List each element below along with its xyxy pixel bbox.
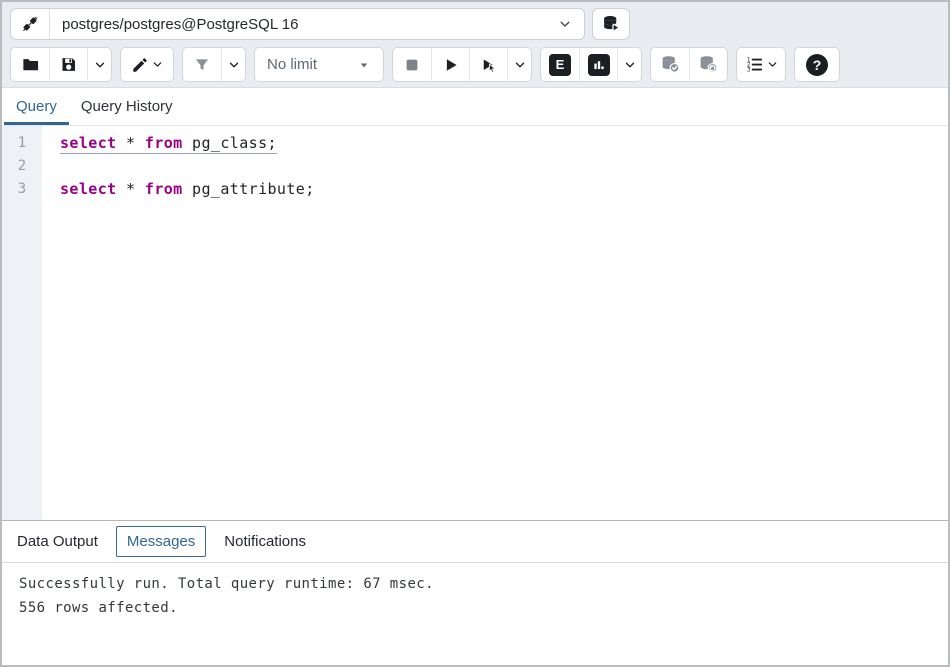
filter-options-dropdown-button[interactable] (221, 48, 245, 81)
tab-data-output-label: Data Output (17, 533, 98, 550)
open-file-button[interactable] (11, 48, 49, 81)
chevron-down-icon (152, 59, 163, 70)
code-line[interactable] (60, 155, 948, 178)
folder-icon (21, 55, 40, 74)
tab-notifications-label: Notifications (224, 533, 306, 550)
stop-button[interactable] (393, 48, 431, 81)
svg-text:3: 3 (746, 68, 750, 74)
editor-gutter: 123 (2, 126, 42, 520)
row-limit-select[interactable]: No limit (254, 47, 384, 82)
chevron-down-icon (94, 59, 106, 71)
tab-messages-label: Messages (127, 533, 195, 550)
execute-button[interactable] (431, 48, 469, 81)
connection-bar: postgres/postgres@PostgreSQL 16 (2, 2, 948, 40)
line-number: 1 (2, 132, 42, 155)
query-tool-window: postgres/postgres@PostgreSQL 16 (0, 0, 950, 667)
tab-notifications[interactable]: Notifications (213, 526, 317, 557)
filter-button[interactable] (183, 48, 221, 81)
commit-button[interactable] (651, 48, 689, 81)
macro-button-group: 1 2 3 (736, 47, 786, 82)
execute-to-cursor-button[interactable] (469, 48, 507, 81)
sql-text: pg_class; (183, 134, 277, 152)
line-number: 3 (2, 178, 42, 201)
sql-text: * (117, 180, 145, 198)
line-number: 2 (2, 155, 42, 178)
messages-panel: Successfully run. Total query runtime: 6… (2, 562, 948, 665)
message-line: Successfully run. Total query runtime: 6… (19, 572, 948, 596)
message-line: 556 rows affected. (19, 596, 948, 620)
stop-icon (403, 56, 421, 74)
filter-button-group (182, 47, 246, 82)
explain-analyze-button[interactable] (579, 48, 617, 81)
row-limit-value: No limit (267, 56, 317, 73)
sql-keyword: select (60, 134, 117, 152)
tab-query[interactable]: Query (4, 88, 69, 125)
database-rollback-icon (698, 54, 719, 75)
numbered-list-icon: 1 2 3 (745, 55, 764, 74)
transaction-button-group (650, 47, 728, 82)
chevron-down-icon (514, 59, 526, 71)
sql-text: pg_attribute; (183, 180, 315, 198)
edit-button-group (120, 47, 174, 82)
explain-e-icon: E (549, 54, 571, 76)
rollback-button[interactable] (689, 48, 727, 81)
executed-query-underline: select * from pg_class; (60, 134, 277, 154)
help-question-icon: ? (806, 54, 828, 76)
tab-data-output[interactable]: Data Output (6, 526, 109, 557)
output-tabstrip: Data Output Messages Notifications (2, 520, 948, 562)
editor-lines[interactable]: select * from pg_class;select * from pg_… (42, 126, 948, 520)
play-icon (442, 56, 460, 74)
connection-widget: postgres/postgres@PostgreSQL 16 (10, 8, 585, 40)
database-new-connection-icon (601, 14, 621, 34)
code-line[interactable]: select * from pg_attribute; (60, 178, 948, 201)
new-connection-button[interactable] (592, 8, 630, 40)
save-button[interactable] (49, 48, 87, 81)
connection-status-button[interactable] (11, 9, 50, 39)
caret-down-icon (357, 58, 371, 72)
help-button-group: ? (794, 47, 840, 82)
sql-keyword: select (60, 180, 117, 198)
tab-query-history[interactable]: Query History (69, 88, 185, 125)
toolbar: No limit (2, 40, 948, 87)
file-button-group (10, 47, 112, 82)
sql-keyword: from (145, 134, 183, 152)
code-line[interactable]: select * from pg_class; (60, 132, 948, 155)
execute-options-dropdown-button[interactable] (507, 48, 531, 81)
chevron-down-icon (624, 59, 636, 71)
chevron-down-icon (228, 59, 240, 71)
tab-query-label: Query (16, 98, 57, 115)
tab-query-history-label: Query History (81, 98, 173, 115)
macros-menu-button[interactable]: 1 2 3 (737, 48, 785, 81)
sql-keyword: from (145, 180, 183, 198)
plug-connected-icon (20, 14, 40, 34)
execute-button-group (392, 47, 532, 82)
pencil-icon (131, 56, 149, 74)
explain-button-group: E (540, 47, 642, 82)
save-options-dropdown-button[interactable] (87, 48, 111, 81)
explain-options-dropdown-button[interactable] (617, 48, 641, 81)
connection-select-value: postgres/postgres@PostgreSQL 16 (62, 16, 298, 33)
save-floppy-icon (59, 55, 78, 74)
tab-messages[interactable]: Messages (116, 526, 206, 557)
help-button[interactable]: ? (795, 48, 839, 81)
database-commit-icon (660, 54, 681, 75)
explain-analyze-chart-icon (588, 54, 610, 76)
sql-text: * (117, 134, 145, 152)
editor-tabstrip: Query Query History (2, 87, 948, 126)
play-with-cursor-icon (480, 56, 498, 74)
connection-select[interactable]: postgres/postgres@PostgreSQL 16 (50, 16, 584, 33)
chevron-down-icon (558, 17, 572, 31)
explain-button[interactable]: E (541, 48, 579, 81)
sql-editor[interactable]: 123 select * from pg_class;select * from… (2, 126, 948, 520)
filter-funnel-icon (193, 56, 211, 74)
chevron-down-icon (767, 59, 778, 70)
edit-menu-button[interactable] (121, 48, 173, 81)
